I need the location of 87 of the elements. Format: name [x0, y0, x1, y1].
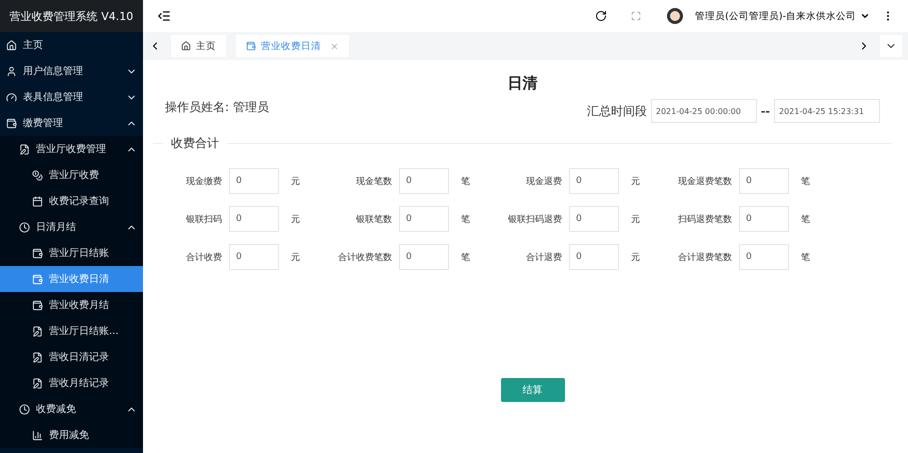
unit-label: 元: [630, 252, 641, 264]
unit-label: 笔: [460, 214, 471, 226]
sidebar-item[interactable]: 营业厅收费管理: [0, 136, 143, 162]
unit-label: 元: [290, 176, 301, 188]
unit-label: 笔: [460, 176, 471, 188]
field-label: 银联扫码退费: [507, 214, 563, 226]
field-label: 合计退费: [525, 252, 563, 264]
page-title: 日清: [506, 74, 538, 93]
document-edit-icon: [32, 378, 43, 388]
input-field[interactable]: 0: [569, 244, 619, 270]
input-field[interactable]: 0: [739, 244, 789, 270]
user-menu[interactable]: 管理员(公司管理员)-自来水供水公司: [695, 10, 856, 22]
end-date-field[interactable]: 2021-04-25 15:23:31: [774, 99, 880, 123]
sidebar-item[interactable]: 表具信息管理: [0, 84, 143, 110]
input-field[interactable]: 0: [569, 168, 619, 194]
field-label: 合计收费笔数: [337, 252, 393, 264]
sidebar-item[interactable]: 费用减免: [0, 422, 143, 448]
calendar-icon: [32, 196, 43, 206]
field-label: 现金退费: [525, 176, 563, 188]
sidebar-item[interactable]: 营业厅日结账: [0, 240, 143, 266]
sidebar-item[interactable]: 收费记录查询: [0, 188, 143, 214]
sidebar-item[interactable]: 日清月结: [0, 214, 143, 240]
field-label: 现金缴费: [185, 176, 223, 188]
field-label: 合计退费笔数: [677, 252, 733, 264]
section-title: 收费合计: [171, 135, 219, 152]
collapse-menu-icon[interactable]: [157, 9, 171, 23]
document-edit-icon: [32, 352, 43, 362]
sidebar-item[interactable]: 收费减免: [0, 396, 143, 422]
tab[interactable]: 营业收费日清: [236, 35, 349, 57]
input-field[interactable]: 0: [569, 206, 619, 232]
wallet-icon: [246, 41, 256, 51]
sidebar-item[interactable]: 用户信息管理: [0, 58, 143, 84]
input-field[interactable]: 0: [739, 206, 789, 232]
wallet-icon: [32, 300, 43, 310]
sidebar-item[interactable]: 营业收费月结: [0, 292, 143, 318]
wallet-icon: [32, 248, 43, 258]
sidebar-item[interactable]: 营收日清记录: [0, 344, 143, 370]
sidebar-item[interactable]: 主页: [0, 32, 143, 58]
sidebar-item[interactable]: 营业厅收费: [0, 162, 143, 188]
home-icon: [181, 41, 191, 51]
avatar[interactable]: [667, 8, 684, 24]
unit-label: 元: [630, 214, 641, 226]
field-label: 合计收费: [185, 252, 223, 264]
document-edit-icon: [19, 144, 30, 154]
input-field[interactable]: 0: [399, 206, 449, 232]
unit-label: 元: [290, 252, 301, 264]
document-edit-icon: [32, 326, 43, 336]
period-label: 汇总时间段: [586, 102, 647, 120]
fullscreen-icon[interactable]: [631, 11, 642, 21]
input-field[interactable]: 0: [229, 206, 279, 232]
clock-icon: [19, 404, 30, 414]
unit-label: 笔: [800, 176, 811, 188]
input-field[interactable]: 0: [229, 244, 279, 270]
sidebar-item[interactable]: 营业厅日结账...: [0, 318, 143, 344]
refresh-icon[interactable]: [595, 10, 608, 22]
unit-label: 元: [290, 214, 301, 226]
sidebar-item[interactable]: 营收月结记录: [0, 370, 143, 396]
operator-name: 操作员姓名: 管理员: [165, 98, 269, 116]
start-date-field[interactable]: 2021-04-25 00:00:00: [650, 99, 757, 123]
wallet-icon: [32, 274, 43, 284]
unit-label: 笔: [800, 252, 811, 264]
user-icon: [6, 66, 17, 76]
app-title: 营业收费管理系统 V4.10: [0, 0, 143, 32]
coins-icon: [32, 170, 43, 180]
input-field[interactable]: 0: [229, 168, 279, 194]
clock-icon: [19, 222, 30, 232]
field-label: 银联笔数: [355, 214, 393, 226]
caret-icon[interactable]: [860, 11, 870, 21]
gauge-icon: [6, 92, 17, 102]
input-field[interactable]: 0: [739, 168, 789, 194]
tab[interactable]: 主页: [171, 35, 226, 57]
tab-menu-button[interactable]: [880, 35, 902, 57]
input-field[interactable]: 0: [399, 168, 449, 194]
field-label: 现金笔数: [355, 176, 393, 188]
input-field[interactable]: 0: [399, 244, 449, 270]
unit-label: 笔: [800, 214, 811, 226]
sidebar-item[interactable]: 营业收费日清: [0, 266, 143, 292]
unit-label: 笔: [460, 252, 471, 264]
wallet-icon: [6, 118, 17, 128]
field-label: 现金退费笔数: [677, 176, 733, 188]
home-icon: [6, 40, 17, 50]
bar-chart-icon: [32, 430, 43, 440]
date-separator: --: [760, 104, 770, 118]
field-label: 银联扫码: [185, 214, 223, 226]
sidebar-item[interactable]: 缴费管理: [0, 110, 143, 136]
unit-label: 元: [630, 176, 641, 188]
field-label: 扫码退费笔数: [677, 214, 733, 226]
